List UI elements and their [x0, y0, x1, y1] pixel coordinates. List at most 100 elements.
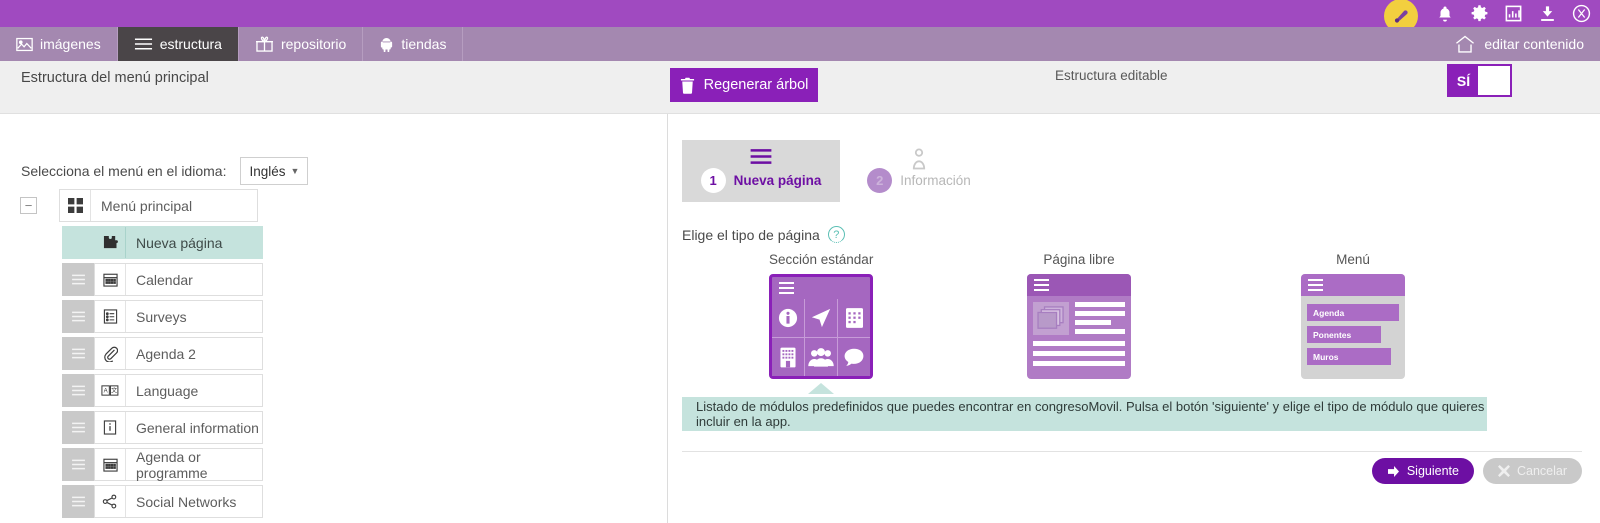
nav-tab-imagenes[interactable]: imágenes [0, 27, 118, 61]
thumb-body [1027, 296, 1131, 379]
seccion-estandar-thumbnail[interactable] [769, 274, 874, 379]
drag-handle[interactable] [62, 374, 94, 407]
drag-handle[interactable] [62, 337, 94, 370]
drag-handle[interactable] [62, 263, 94, 296]
page-type-option-menu[interactable]: Menú Agenda Ponentes Muros [1301, 252, 1405, 379]
drag-handle[interactable] [62, 300, 94, 333]
nav-tab-label: repositorio [280, 36, 347, 52]
regenerate-tree-button[interactable]: Regenerar árbol [670, 68, 818, 102]
translate-icon: A文 [95, 375, 126, 406]
toggle-knob[interactable] [1478, 66, 1510, 95]
structure-editable-label: Estructura editable [1055, 68, 1168, 83]
drag-handle[interactable] [62, 226, 94, 259]
tree-item-agenda-or-programme[interactable]: Agenda or programme [62, 448, 320, 481]
new-page-wizard-panel: 1 Nueva página 2 Información Elige el ti… [669, 114, 1600, 523]
wizard-step-nueva-pagina[interactable]: 1 Nueva página [682, 140, 840, 202]
paperclip-icon [95, 338, 126, 369]
chat-bubble-icon [838, 338, 871, 376]
navigation-arrow-icon [805, 299, 837, 337]
tree-root-row: − Menú principal [20, 189, 320, 222]
drag-handle[interactable] [62, 485, 94, 518]
tree-item-node[interactable]: Calendar [94, 263, 263, 296]
next-button[interactable]: Siguiente [1371, 458, 1474, 484]
hamburger-icon [779, 281, 795, 295]
menu-thumb-item: Ponentes [1307, 326, 1381, 343]
svg-text:文: 文 [111, 387, 117, 395]
toggle-value-label: SÍ [1449, 66, 1478, 95]
thumb-top-bar [1027, 274, 1131, 296]
thumb-image-and-text [1033, 302, 1125, 335]
nav-tab-label: estructura [159, 36, 222, 52]
tree-item-node[interactable]: Agenda 2 [94, 337, 263, 370]
wizard-step-number: 2 [867, 168, 893, 193]
tree-item-label: Surveys [136, 308, 187, 325]
android-icon[interactable] [1570, 3, 1592, 25]
tree-children: Nueva página Calendar Surveys Agenda 2 A… [62, 226, 320, 518]
edit-content-link[interactable]: editar contenido [1439, 27, 1600, 61]
download-icon[interactable] [1536, 3, 1558, 25]
collapse-toggle[interactable]: − [20, 197, 37, 214]
tree-item-node[interactable]: A文 Language [94, 374, 263, 407]
close-icon [1497, 465, 1510, 477]
thumb-text-lines [1075, 302, 1125, 335]
choose-page-type-row: Elige el tipo de página ? [682, 226, 845, 243]
tree-item-nueva-pagina[interactable]: Nueva página [62, 226, 320, 259]
menu-icon [134, 37, 153, 51]
trash-icon [680, 77, 695, 94]
tree-item-social-networks[interactable]: Social Networks [62, 485, 320, 518]
tree-item-calendar[interactable]: Calendar [62, 263, 320, 296]
nav-tab-tiendas[interactable]: tiendas [363, 27, 464, 61]
thumb-line [1075, 329, 1125, 334]
menu-thumb-item: Agenda [1307, 304, 1399, 321]
page-type-option-pagina-libre[interactable]: Página libre [1027, 252, 1131, 379]
thumb-line [1033, 361, 1125, 366]
tree-item-node[interactable]: Nueva página [94, 226, 263, 259]
thumb-bottom-lines [1033, 341, 1125, 366]
thumb-line [1033, 351, 1125, 356]
tree-root-label: Menú principal [101, 197, 193, 214]
wizard-step-label: Información [900, 173, 971, 188]
pagina-libre-thumbnail[interactable] [1027, 274, 1131, 379]
nav-tab-label: imágenes [40, 36, 101, 52]
thumb-module-grid [772, 299, 871, 376]
tree-item-node[interactable]: Social Networks [94, 485, 263, 518]
cancel-button[interactable]: Cancelar [1482, 458, 1582, 484]
menu-thumbnail[interactable]: Agenda Ponentes Muros [1301, 274, 1405, 379]
bell-icon[interactable] [1434, 3, 1456, 25]
page-type-title: Sección estándar [769, 252, 874, 267]
drag-handle[interactable] [62, 411, 94, 444]
people-icon [805, 338, 837, 376]
tree-item-agenda-2[interactable]: Agenda 2 [62, 337, 320, 370]
wizard-steps: 1 Nueva página 2 Información [682, 140, 998, 202]
info-icon [772, 299, 804, 337]
grid-icon [60, 190, 91, 221]
page-title: Estructura del menú principal [21, 70, 209, 86]
tree-item-node[interactable]: Surveys [94, 300, 263, 333]
language-select[interactable]: Inglés ▼ [240, 157, 309, 185]
nav-tab-estructura[interactable]: estructura [117, 27, 239, 61]
structure-editable-toggle[interactable]: SÍ [1447, 64, 1512, 97]
wizard-step-informacion[interactable]: 2 Información [840, 140, 998, 202]
nav-tab-repositorio[interactable]: repositorio [239, 27, 364, 61]
puzzle-icon [95, 227, 126, 258]
language-label: Selecciona el menú en el idioma: [21, 163, 227, 179]
page-type-title: Página libre [1043, 252, 1115, 267]
tree-item-general-information[interactable]: General information [62, 411, 320, 444]
wizard-step-label: Nueva página [733, 173, 822, 188]
wizard-step-number: 1 [700, 168, 726, 193]
chevron-down-icon: ▼ [290, 166, 300, 176]
stats-icon[interactable] [1502, 3, 1524, 25]
android-icon [379, 36, 394, 52]
page-type-option-seccion-estandar[interactable]: Sección estándar [769, 252, 873, 394]
drag-handle[interactable] [62, 448, 94, 481]
arrow-right-icon [1387, 465, 1400, 477]
choose-page-type-label: Elige el tipo de página [682, 226, 820, 243]
tree-item-node[interactable]: Agenda or programme [94, 448, 263, 481]
tree-item-surveys[interactable]: Surveys [62, 300, 320, 333]
tree-item-node[interactable]: General information [94, 411, 263, 444]
tree-item-language[interactable]: A文 Language [62, 374, 320, 407]
tree-root-node[interactable]: Menú principal [59, 189, 258, 222]
help-icon[interactable]: ? [827, 226, 845, 243]
gear-icon[interactable] [1468, 3, 1490, 25]
